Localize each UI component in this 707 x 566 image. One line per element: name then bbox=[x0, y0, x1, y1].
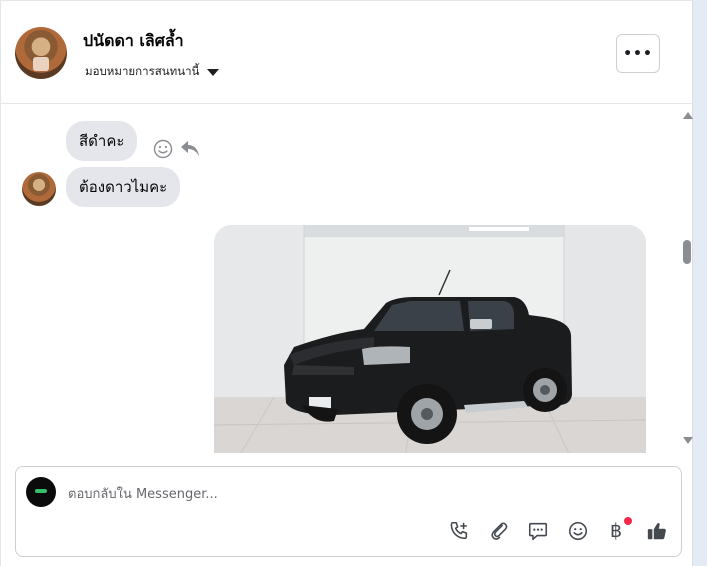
assign-label: มอบหมายการสนทนานี้ bbox=[85, 64, 200, 78]
quick-reply-icon bbox=[528, 522, 548, 541]
quick-reply-button[interactable] bbox=[526, 519, 550, 543]
contact-avatar[interactable] bbox=[15, 27, 67, 79]
more-options-button[interactable]: ••• bbox=[616, 34, 660, 73]
like-button[interactable] bbox=[645, 519, 669, 543]
phone-add-icon bbox=[450, 521, 468, 540]
reply-composer: ฿ bbox=[15, 466, 682, 557]
thumbs-up-icon bbox=[647, 523, 666, 540]
notification-dot bbox=[624, 517, 632, 525]
emoji-icon bbox=[568, 521, 588, 541]
contact-avatar-small bbox=[22, 172, 56, 206]
emoji-react-icon[interactable] bbox=[153, 139, 173, 159]
thread-scrollbar[interactable] bbox=[681, 105, 693, 453]
reply-icon[interactable] bbox=[179, 138, 201, 158]
message-text: สีดำคะ bbox=[79, 132, 125, 150]
baht-icon: ฿ bbox=[609, 520, 623, 542]
emoji-button[interactable] bbox=[566, 519, 590, 543]
message-thread[interactable]: สีดำคะ ต้องดาวไมคะ bbox=[1, 105, 692, 453]
assign-conversation-dropdown[interactable]: มอบหมายการสนทนานี้ bbox=[85, 63, 220, 81]
scrollbar-thumb[interactable] bbox=[683, 240, 691, 264]
conversation-panel: ปนัดดา เลิศล้ำ มอบหมายการสนทนานี้ ••• สี… bbox=[0, 0, 693, 566]
message-bubble[interactable]: ต้องดาวไมคะ bbox=[66, 167, 181, 207]
attachment-icon bbox=[491, 522, 508, 540]
attachment-button[interactable] bbox=[487, 519, 511, 543]
page-edge-background bbox=[693, 0, 707, 566]
more-icon: ••• bbox=[623, 45, 653, 62]
scroll-up-arrow-icon[interactable] bbox=[683, 112, 693, 119]
truck-photo bbox=[214, 225, 646, 453]
message-photo[interactable] bbox=[214, 225, 646, 453]
reply-input[interactable] bbox=[68, 483, 628, 505]
chevron-down-icon bbox=[207, 68, 220, 76]
phone-add-button[interactable] bbox=[447, 519, 471, 543]
contact-name[interactable]: ปนัดดา เลิศล้ำ bbox=[83, 29, 184, 54]
page-avatar bbox=[26, 477, 56, 507]
scroll-down-arrow-icon[interactable] bbox=[683, 437, 693, 444]
message-bubble[interactable]: สีดำคะ bbox=[66, 121, 138, 161]
message-text: ต้องดาวไมคะ bbox=[79, 178, 168, 196]
conversation-header: ปนัดดา เลิศล้ำ มอบหมายการสนทนานี้ ••• bbox=[1, 1, 692, 104]
